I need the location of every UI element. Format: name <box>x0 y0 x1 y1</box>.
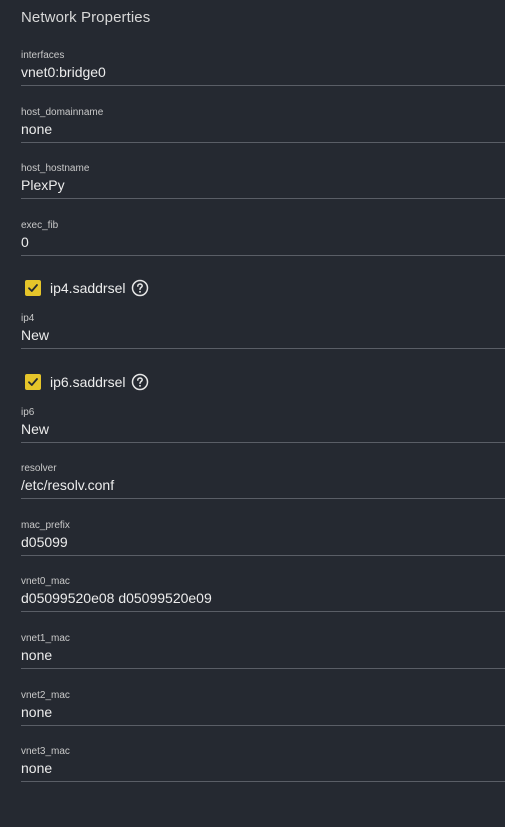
exec-fib-value[interactable]: 0 <box>21 233 29 251</box>
mac-prefix-underline <box>21 555 505 556</box>
checkmark-icon <box>28 378 38 386</box>
host-hostname-value[interactable]: PlexPy <box>21 176 65 194</box>
vnet2-mac-value[interactable]: none <box>21 703 52 721</box>
ip4-underline <box>21 348 505 349</box>
vnet2-mac-label: vnet2_mac <box>21 690 70 701</box>
ip6-label: ip6 <box>21 407 35 418</box>
mac-prefix-value[interactable]: d05099 <box>21 533 68 551</box>
vnet1-mac-value[interactable]: none <box>21 646 52 664</box>
ip4-saddrsel-checkbox[interactable] <box>25 280 41 296</box>
ip6-underline <box>21 442 505 443</box>
vnet2-mac-underline <box>21 725 505 726</box>
help-circle-icon[interactable] <box>131 373 149 391</box>
resolver-label: resolver <box>21 463 57 474</box>
ip4-saddrsel-label: ip4.saddrsel <box>50 280 126 296</box>
host-hostname-field[interactable]: host_hostname PlexPy <box>21 163 505 203</box>
host-domainname-value[interactable]: none <box>21 120 52 138</box>
vnet0-mac-label: vnet0_mac <box>21 576 70 587</box>
ip6-saddrsel-label: ip6.saddrsel <box>50 374 126 390</box>
ip4-value[interactable]: New <box>21 326 49 344</box>
vnet0-mac-value[interactable]: d05099520e08 d05099520e09 <box>21 589 212 607</box>
resolver-value[interactable]: /etc/resolv.conf <box>21 476 114 494</box>
host-domainname-label: host_domainname <box>21 107 104 118</box>
host-domainname-underline <box>21 142 505 143</box>
exec-fib-underline <box>21 255 505 256</box>
checkmark-icon <box>28 284 38 292</box>
vnet0-mac-field[interactable]: vnet0_mac d05099520e08 d05099520e09 <box>21 576 505 616</box>
vnet2-mac-field[interactable]: vnet2_mac none <box>21 690 505 730</box>
exec-fib-field[interactable]: exec_fib 0 <box>21 220 505 260</box>
interfaces-label: interfaces <box>21 50 65 61</box>
ip6-value[interactable]: New <box>21 420 49 438</box>
host-hostname-label: host_hostname <box>21 163 90 174</box>
help-circle-icon[interactable] <box>131 279 149 297</box>
vnet0-mac-underline <box>21 611 505 612</box>
network-properties-panel: Network Properties interfaces vnet0:brid… <box>0 0 505 827</box>
resolver-underline <box>21 498 505 499</box>
vnet3-mac-value[interactable]: none <box>21 759 52 777</box>
mac-prefix-label: mac_prefix <box>21 520 70 531</box>
vnet1-mac-underline <box>21 668 505 669</box>
ip4-field[interactable]: ip4 New <box>21 313 505 353</box>
vnet3-mac-field[interactable]: vnet3_mac none <box>21 746 505 786</box>
mac-prefix-field[interactable]: mac_prefix d05099 <box>21 520 505 560</box>
exec-fib-label: exec_fib <box>21 220 59 231</box>
host-domainname-field[interactable]: host_domainname none <box>21 107 505 147</box>
vnet3-mac-underline <box>21 781 505 782</box>
ip4-label: ip4 <box>21 313 35 324</box>
ip4-saddrsel-checkbox-row[interactable]: ip4.saddrsel <box>25 278 149 298</box>
resolver-field[interactable]: resolver /etc/resolv.conf <box>21 463 505 503</box>
section-title: Network Properties <box>21 9 151 26</box>
vnet1-mac-label: vnet1_mac <box>21 633 70 644</box>
ip6-saddrsel-checkbox-row[interactable]: ip6.saddrsel <box>25 372 149 392</box>
vnet3-mac-label: vnet3_mac <box>21 746 70 757</box>
interfaces-value[interactable]: vnet0:bridge0 <box>21 63 106 81</box>
ip6-saddrsel-checkbox[interactable] <box>25 374 41 390</box>
interfaces-field[interactable]: interfaces vnet0:bridge0 <box>21 50 505 90</box>
vnet1-mac-field[interactable]: vnet1_mac none <box>21 633 505 673</box>
ip6-field[interactable]: ip6 New <box>21 407 505 447</box>
host-hostname-underline <box>21 198 505 199</box>
interfaces-underline <box>21 85 505 86</box>
